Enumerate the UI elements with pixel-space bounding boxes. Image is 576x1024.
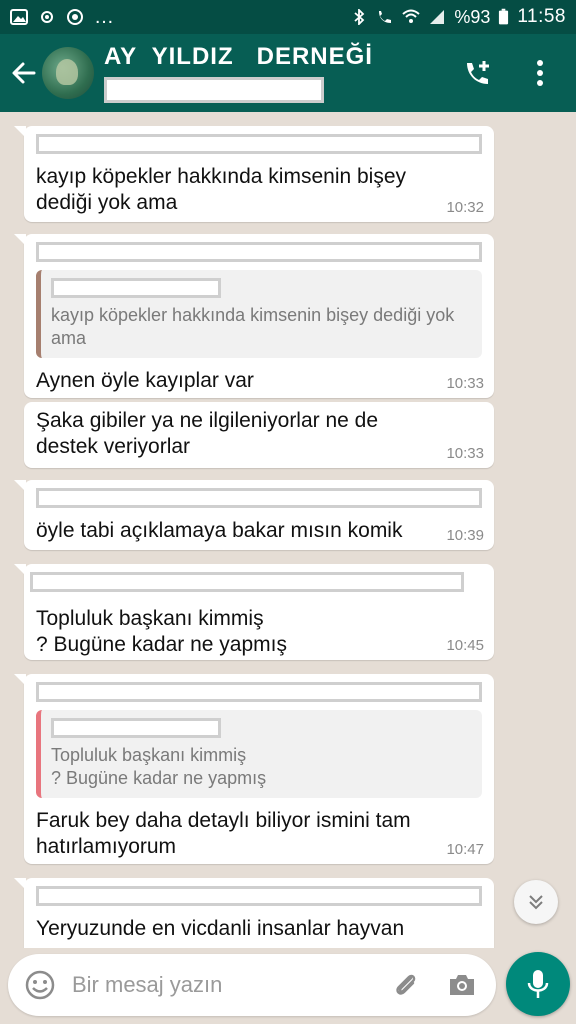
quoted-message[interactable]: Topluluk başkanı kimmiş ? Bugüne kadar n… xyxy=(36,710,482,798)
message-bubble[interactable]: öyle tabi açıklamaya bakar mısın komik 1… xyxy=(14,480,494,550)
redacted-sender xyxy=(36,242,482,262)
redacted-subtitle xyxy=(104,77,324,103)
quoted-text: Topluluk başkanı kimmiş ? Bugüne kadar n… xyxy=(51,745,267,788)
more-notifications-icon: … xyxy=(94,6,114,28)
message-text: Faruk bey daha detaylı biliyor ismini ta… xyxy=(36,809,411,858)
chat-header: AY YILDIZ DERNEĞİ xyxy=(0,34,576,112)
message-text: öyle tabi açıklamaya bakar mısın komik xyxy=(36,519,403,542)
message-time: 10:45 xyxy=(446,637,484,654)
message-bubble[interactable]: Şaka gibiler ya ne ilgileniyorlar ne de … xyxy=(24,402,494,468)
message-bubble[interactable]: Topluluk başkanı kimmiş ? Bugüne kadar n… xyxy=(14,674,494,864)
double-chevron-down-icon xyxy=(529,895,543,910)
message-time: 10:33 xyxy=(446,445,484,462)
call-forward-icon xyxy=(379,11,392,23)
voice-message-button[interactable] xyxy=(506,952,570,1016)
redacted-quote-sender xyxy=(51,278,221,298)
wifi-icon xyxy=(402,9,420,23)
sync-icon xyxy=(41,11,53,23)
status-left-icons: … xyxy=(10,6,114,28)
message-text: Şaka gibiler ya ne ilgileniyorlar ne de … xyxy=(36,409,379,458)
battery-icon xyxy=(499,8,509,25)
message-text: kayıp köpekler hakkında kimsenin bişey d… xyxy=(36,165,407,214)
mic-icon xyxy=(527,970,549,998)
header-actions xyxy=(458,53,560,93)
more-vert-icon xyxy=(537,60,543,86)
signal-icon xyxy=(430,10,445,24)
emoji-button[interactable] xyxy=(20,965,60,1005)
message-input[interactable] xyxy=(72,972,386,998)
status-right-icons: %93 11:58 xyxy=(350,6,566,28)
add-call-icon xyxy=(467,61,489,84)
battery-percent: %93 xyxy=(454,6,491,27)
message-time: 10:47 xyxy=(446,841,484,858)
back-button[interactable] xyxy=(6,55,42,91)
clock: 11:58 xyxy=(517,6,566,27)
camera-icon xyxy=(450,975,474,995)
group-title[interactable]: AY YILDIZ DERNEĞİ xyxy=(104,43,373,71)
message-text: Aynen öyle kayıplar var xyxy=(36,369,254,392)
message-text: Yeryuzunde en vicdanli insanlar hayvan xyxy=(36,917,405,940)
gallery-icon xyxy=(10,9,28,25)
paperclip-icon xyxy=(396,974,416,995)
message-bubble[interactable]: Yeryuzunde en vicdanli insanlar hayvan xyxy=(14,878,494,948)
back-arrow-icon xyxy=(12,62,36,84)
chat-area[interactable]: kayıp köpekler hakkında kimsenin bişey d… xyxy=(0,112,576,948)
message-text: Topluluk başkanı kimmiş ? Bugüne kadar n… xyxy=(36,607,287,656)
redacted-sender xyxy=(30,572,464,592)
message-bubble[interactable]: kayıp köpekler hakkında kimsenin bişey d… xyxy=(14,234,494,398)
message-bubble[interactable]: kayıp köpekler hakkında kimsenin bişey d… xyxy=(14,126,494,222)
message-time: 10:39 xyxy=(446,527,484,544)
redacted-sender xyxy=(36,488,482,508)
message-time: 10:32 xyxy=(446,199,484,216)
redacted-quote-sender xyxy=(51,718,221,738)
redacted-sender xyxy=(36,682,482,702)
quoted-text: kayıp köpekler hakkında kimsenin bişey d… xyxy=(51,305,455,348)
redacted-sender xyxy=(36,134,482,154)
camera-button[interactable] xyxy=(442,965,482,1005)
emoji-icon xyxy=(25,970,55,1000)
chrome-icon xyxy=(67,9,83,25)
message-bubble[interactable]: Topluluk başkanı kimmiş ? Bugüne kadar n… xyxy=(14,564,494,660)
header-info[interactable]: AY YILDIZ DERNEĞİ xyxy=(104,43,373,103)
add-call-button[interactable] xyxy=(458,53,498,93)
bluetooth-icon xyxy=(354,9,365,25)
redacted-sender xyxy=(36,886,482,906)
scroll-to-bottom-button[interactable] xyxy=(514,880,558,924)
message-composer xyxy=(8,954,496,1016)
status-bar: … %93 11:58 xyxy=(0,0,576,34)
quoted-message[interactable]: kayıp köpekler hakkında kimsenin bişey d… xyxy=(36,270,482,358)
menu-button[interactable] xyxy=(520,53,560,93)
group-avatar[interactable] xyxy=(42,47,94,99)
attach-button[interactable] xyxy=(386,965,426,1005)
message-time: 10:33 xyxy=(446,375,484,392)
